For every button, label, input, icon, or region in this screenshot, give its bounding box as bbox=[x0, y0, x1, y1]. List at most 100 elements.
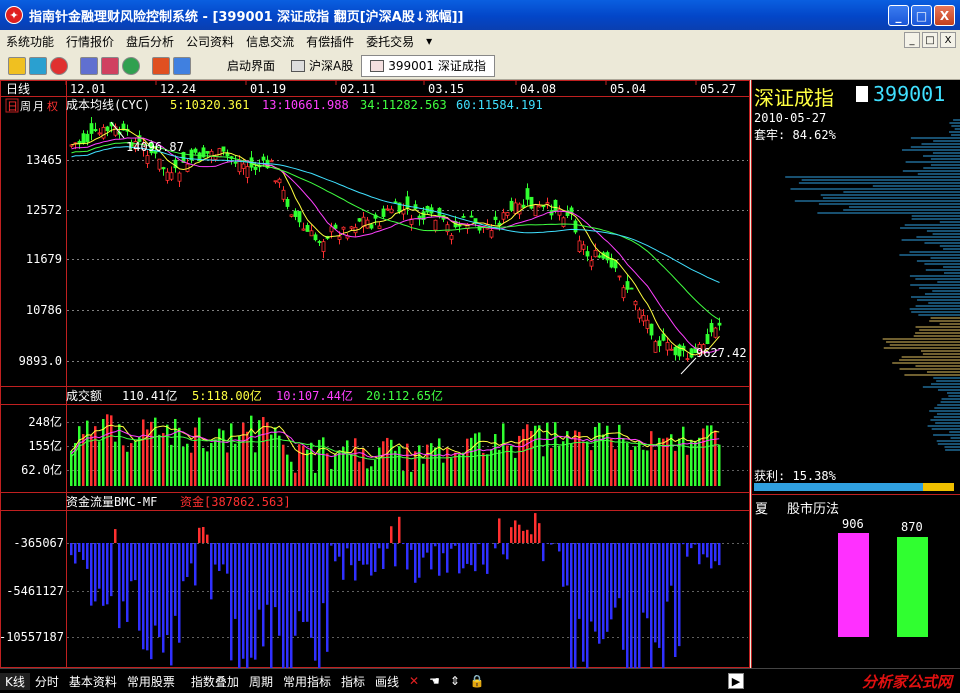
candle-body bbox=[621, 287, 626, 299]
high-price-label: 14096.87 bbox=[126, 140, 184, 154]
kline-icon[interactable] bbox=[101, 56, 119, 75]
menu-analysis[interactable]: 盘后分析 bbox=[120, 33, 180, 50]
button-common-indicators[interactable]: 常用指标 bbox=[278, 673, 336, 690]
tab-sh-sz-a-shares[interactable]: 沪深A股 bbox=[283, 55, 361, 77]
flow-indicator-name: 资金流量BMC-MF bbox=[66, 494, 157, 509]
minimize-button[interactable]: _ bbox=[888, 5, 909, 26]
mdi-minimize-button[interactable]: _ bbox=[904, 32, 920, 48]
volume-bar bbox=[210, 443, 213, 486]
volume-bar bbox=[350, 453, 353, 486]
volume-bar bbox=[118, 424, 121, 486]
volume-bar bbox=[126, 451, 129, 486]
volume-bar bbox=[90, 435, 93, 486]
flow-bar-negative bbox=[366, 543, 369, 565]
flow-bar-negative bbox=[134, 543, 137, 581]
volume-bar bbox=[254, 452, 257, 486]
tab-startup[interactable]: 启动界面 bbox=[219, 55, 283, 77]
menu-plugins[interactable]: 有偿插件 bbox=[300, 33, 360, 50]
candle-body bbox=[489, 230, 494, 238]
date-tick-label: 12.01 bbox=[70, 82, 106, 96]
info-icon[interactable] bbox=[152, 56, 170, 75]
volume-bar bbox=[374, 459, 377, 486]
menu-quotes[interactable]: 行情报价 bbox=[60, 33, 120, 50]
quote-grid-icon[interactable] bbox=[80, 56, 98, 75]
volume-bar bbox=[458, 454, 461, 486]
menu-trade[interactable]: 委托交易 bbox=[360, 33, 420, 50]
button-draw-line[interactable]: 画线 bbox=[370, 673, 404, 690]
flow-bar-negative bbox=[90, 543, 93, 606]
mdi-close-button[interactable]: X bbox=[940, 32, 956, 48]
volume-bar bbox=[642, 449, 645, 486]
tab-common-stocks[interactable]: 常用股票 bbox=[122, 673, 180, 690]
globe-icon[interactable] bbox=[122, 56, 140, 75]
volume-bar bbox=[586, 441, 589, 486]
period-week-label[interactable]: 周 bbox=[20, 100, 31, 113]
volume-ma5: 5:118.00亿 bbox=[192, 388, 262, 403]
volume-bar bbox=[438, 438, 441, 486]
kline-chart[interactable]: 日线 12.01 12.24 01.19 02.11 03.15 04.08 05.04 05… bbox=[0, 80, 750, 668]
flow-bar-negative bbox=[350, 543, 353, 566]
flow-bar-negative bbox=[310, 543, 313, 638]
price-tick-label: 11679 bbox=[26, 252, 62, 266]
tab-basic-info[interactable]: 基本资料 bbox=[64, 673, 122, 690]
menu-more-icon[interactable]: ▾ bbox=[420, 34, 438, 48]
close-x-icon[interactable]: ✕ bbox=[404, 674, 424, 688]
move-arrows-icon[interactable]: ⇕ bbox=[445, 674, 465, 688]
candle-body bbox=[533, 204, 538, 217]
tab-399001[interactable]: 399001 深证成指 bbox=[361, 54, 495, 77]
menu-company[interactable]: 公司资料 bbox=[180, 33, 240, 50]
volume-bar bbox=[618, 424, 621, 486]
mdi-restore-button[interactable]: □ bbox=[922, 32, 938, 48]
candle-body bbox=[449, 235, 454, 240]
maximize-button[interactable]: □ bbox=[911, 5, 932, 26]
volume-bar bbox=[482, 452, 485, 486]
close-button[interactable]: X bbox=[934, 5, 955, 26]
volume-bar bbox=[334, 453, 337, 486]
document-icon[interactable] bbox=[856, 86, 868, 102]
flow-bar-negative bbox=[254, 543, 257, 660]
button-index-overlay[interactable]: 指数叠加 bbox=[186, 673, 244, 690]
flow-bar-negative bbox=[438, 543, 441, 576]
calendar-title: 股市历法 bbox=[787, 502, 840, 517]
candle-body bbox=[493, 216, 498, 221]
volume-bar bbox=[590, 450, 593, 486]
monitor-icon[interactable] bbox=[29, 56, 47, 75]
help-icon[interactable] bbox=[50, 56, 68, 75]
volume-bar bbox=[346, 440, 349, 486]
flow-bar-negative bbox=[154, 543, 157, 626]
candle-body bbox=[653, 341, 658, 353]
key-icon[interactable] bbox=[8, 56, 26, 75]
volume-bar bbox=[218, 428, 221, 486]
period-month-label[interactable]: 月 bbox=[33, 100, 44, 113]
hand-icon[interactable]: ☚ bbox=[424, 674, 445, 688]
volume-bar bbox=[138, 436, 141, 486]
volume-bar bbox=[466, 438, 469, 486]
volume-bar bbox=[530, 430, 533, 486]
candle-body bbox=[281, 189, 286, 200]
candle-body bbox=[289, 214, 294, 217]
calendar-bar-2 bbox=[897, 536, 928, 637]
window-title: 指南针金融理财风险控制系统 - [399001 深证成指 翻页[沪深A股↓涨幅]… bbox=[29, 9, 464, 25]
candle-body bbox=[545, 202, 550, 205]
volume-tick-label: 62.0亿 bbox=[21, 462, 62, 477]
lock-icon[interactable]: 🔒 bbox=[465, 674, 490, 688]
chart-area[interactable]: 日线 12.01 12.24 01.19 02.11 03.15 04.08 05.04 05… bbox=[0, 80, 750, 668]
scroll-right-icon[interactable]: ▶ bbox=[728, 673, 744, 689]
period-rights-label[interactable]: 权 bbox=[47, 100, 58, 113]
tab-timeshare[interactable]: 分时 bbox=[30, 673, 64, 690]
volume-bar bbox=[302, 445, 305, 486]
menu-system[interactable]: 系统功能 bbox=[0, 33, 60, 50]
tab-kline[interactable]: K线 bbox=[0, 672, 30, 690]
flow-bar-negative bbox=[414, 543, 417, 583]
flow-bar-negative bbox=[222, 543, 225, 565]
button-period[interactable]: 周期 bbox=[244, 673, 278, 690]
candle-body bbox=[269, 160, 274, 163]
flow-bar-negative bbox=[406, 543, 409, 570]
menu-info[interactable]: 信息交流 bbox=[240, 33, 300, 50]
flow-bar-positive bbox=[534, 513, 537, 543]
flow-bar-negative bbox=[558, 543, 561, 552]
list-icon[interactable] bbox=[173, 56, 191, 75]
button-indicator[interactable]: 指标 bbox=[336, 673, 370, 690]
volume-bar bbox=[698, 437, 701, 486]
title-bar[interactable]: ✦ 指南针金融理财风险控制系统 - [399001 深证成指 翻页[沪深A股↓涨… bbox=[0, 0, 960, 30]
